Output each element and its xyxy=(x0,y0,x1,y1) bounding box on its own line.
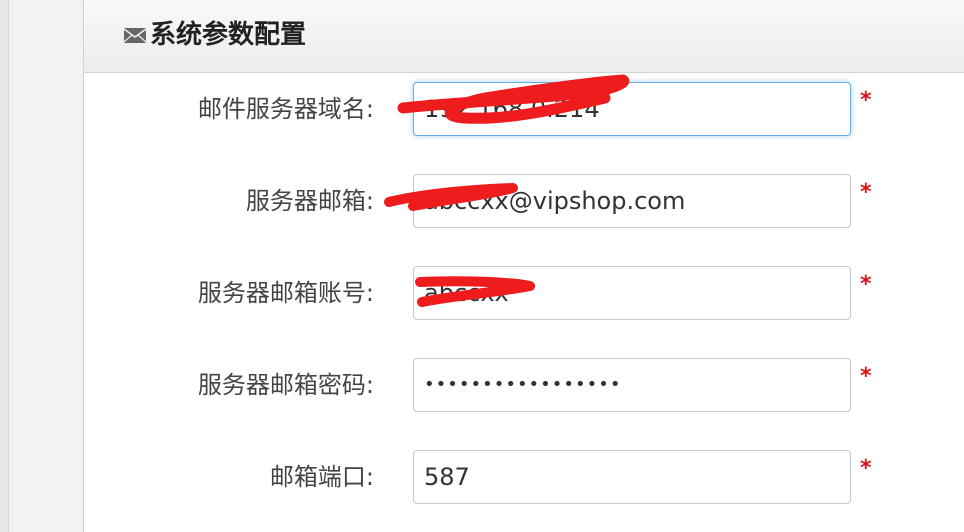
panel-header: 系统参数配置 xyxy=(84,0,964,73)
required-marker: * xyxy=(860,88,872,113)
required-marker: * xyxy=(860,456,872,481)
settings-panel: 系统参数配置 邮件服务器域名: 192.168.0.214 * 服务器邮箱: a… xyxy=(83,0,964,532)
form-row-server-email-account: 服务器邮箱账号: abccxx * xyxy=(84,266,964,322)
panel-title: 系统参数配置 xyxy=(122,20,306,50)
screen: 系统参数配置 邮件服务器域名: 192.168.0.214 * 服务器邮箱: a… xyxy=(0,0,964,532)
form-row-mail-server-domain: 邮件服务器域名: 192.168.0.214 * xyxy=(84,82,964,138)
required-marker: * xyxy=(860,180,872,205)
server-email-account-input[interactable]: abccxx xyxy=(413,266,851,320)
field-label: 服务器邮箱账号: xyxy=(197,279,374,307)
field-label: 邮箱端口: xyxy=(269,463,374,491)
form-row-server-email: 服务器邮箱: abccxx@vipshop.com * xyxy=(84,174,964,230)
form-row-mail-port: 邮箱端口: 587 * xyxy=(84,450,964,506)
mail-port-input[interactable]: 587 xyxy=(413,450,851,504)
form-row-server-email-password: 服务器邮箱密码: ••••••••••••••••• * xyxy=(84,358,964,414)
server-email-password-input[interactable]: ••••••••••••••••• xyxy=(413,358,851,412)
server-email-input[interactable]: abccxx@vipshop.com xyxy=(413,174,851,228)
envelope-icon xyxy=(123,28,147,43)
field-label: 邮件服务器域名: xyxy=(197,95,374,123)
field-label: 服务器邮箱密码: xyxy=(197,371,374,399)
mail-server-domain-input[interactable]: 192.168.0.214 xyxy=(413,82,851,136)
required-marker: * xyxy=(860,272,872,297)
field-label: 服务器邮箱: xyxy=(245,187,374,215)
required-marker: * xyxy=(860,364,872,389)
left-rail xyxy=(0,0,9,532)
panel-title-text: 系统参数配置 xyxy=(150,20,307,50)
